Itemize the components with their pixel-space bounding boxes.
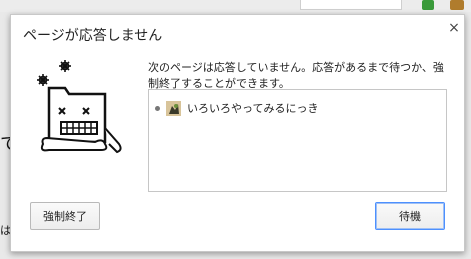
unresponsive-page-list: いろいろやってみるにっき [148,89,447,192]
close-icon[interactable]: × [447,21,461,35]
dialog-title: ページが応答しません [23,28,163,44]
extension-icon[interactable] [422,0,434,10]
favicon-icon [166,100,181,116]
kill-pages-button[interactable]: 強制終了 [30,202,100,230]
frozen-tab-icon [37,60,122,154]
address-bar[interactable] [300,0,402,10]
list-item: いろいろやってみるにっき [155,100,318,116]
extension-icon[interactable] [450,0,464,10]
bullet-icon [155,105,160,111]
hung-page-dialog: ページが応答しません × 次のページは応答していません。応答があるまで待つか、強… [10,14,465,252]
dialog-message: 次のページは応答していません。応答があるまで待つか、強制終了することができます。 [148,61,444,90]
wait-button[interactable]: 待機 [375,202,445,230]
page-title: いろいろやってみるにっき [187,102,319,115]
